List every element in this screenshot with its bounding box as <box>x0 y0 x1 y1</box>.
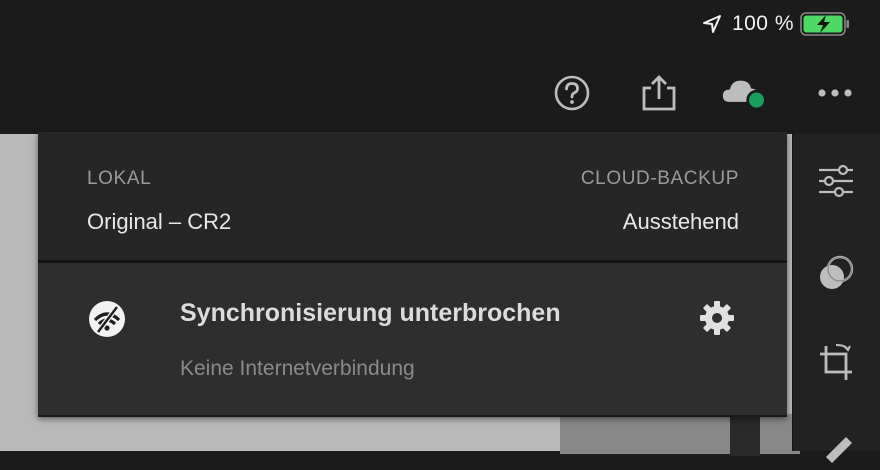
sync-paused-icon <box>89 301 125 337</box>
sync-settings-button[interactable] <box>696 297 738 339</box>
share-icon <box>642 75 676 111</box>
brush-icon <box>826 437 852 463</box>
local-label: LOKAL <box>87 168 152 189</box>
more-options-button[interactable] <box>812 70 858 116</box>
status-indicators: 100 % <box>702 10 850 38</box>
more-icon <box>818 89 852 97</box>
battery-percentage: 100 % <box>731 12 794 35</box>
crop-button[interactable] <box>813 340 859 386</box>
status-bar: 100 % <box>0 0 880 48</box>
cloud-backup-label: CLOUD-BACKUP <box>580 168 739 189</box>
adjust-sliders-icon <box>819 164 853 198</box>
photo-detail-dark <box>730 416 760 456</box>
brush-button[interactable] <box>813 424 859 470</box>
local-value: Original – CR2 <box>87 209 232 234</box>
presets-icon <box>820 255 854 289</box>
top-toolbar <box>0 48 880 134</box>
presets-button[interactable] <box>813 250 859 296</box>
location-arrow-icon <box>702 15 721 33</box>
help-button[interactable] <box>549 70 595 116</box>
help-icon <box>554 75 590 111</box>
share-button[interactable] <box>636 70 682 116</box>
photo-detail <box>560 414 800 454</box>
cloud-backup-value: Ausstehend <box>622 209 739 234</box>
battery-charging-icon <box>800 12 849 36</box>
sync-status-section: Synchronisierung unterbrochen Keine Inte… <box>38 263 787 417</box>
cloud-status-icon <box>722 80 767 111</box>
adjust-button[interactable] <box>813 158 859 204</box>
sync-status-subtitle: Keine Internetverbindung <box>180 357 415 380</box>
sync-status-title: Synchronisierung unterbrochen <box>180 299 561 327</box>
file-info-section: LOKAL Original – CR2 CLOUD-BACKUP Ausste… <box>38 132 787 260</box>
file-info-popover: LOKAL Original – CR2 CLOUD-BACKUP Ausste… <box>38 132 787 417</box>
crop-icon <box>820 344 852 380</box>
gear-icon <box>700 301 734 335</box>
edit-tools-panel <box>792 134 880 463</box>
cloud-status-button[interactable] <box>722 70 768 116</box>
